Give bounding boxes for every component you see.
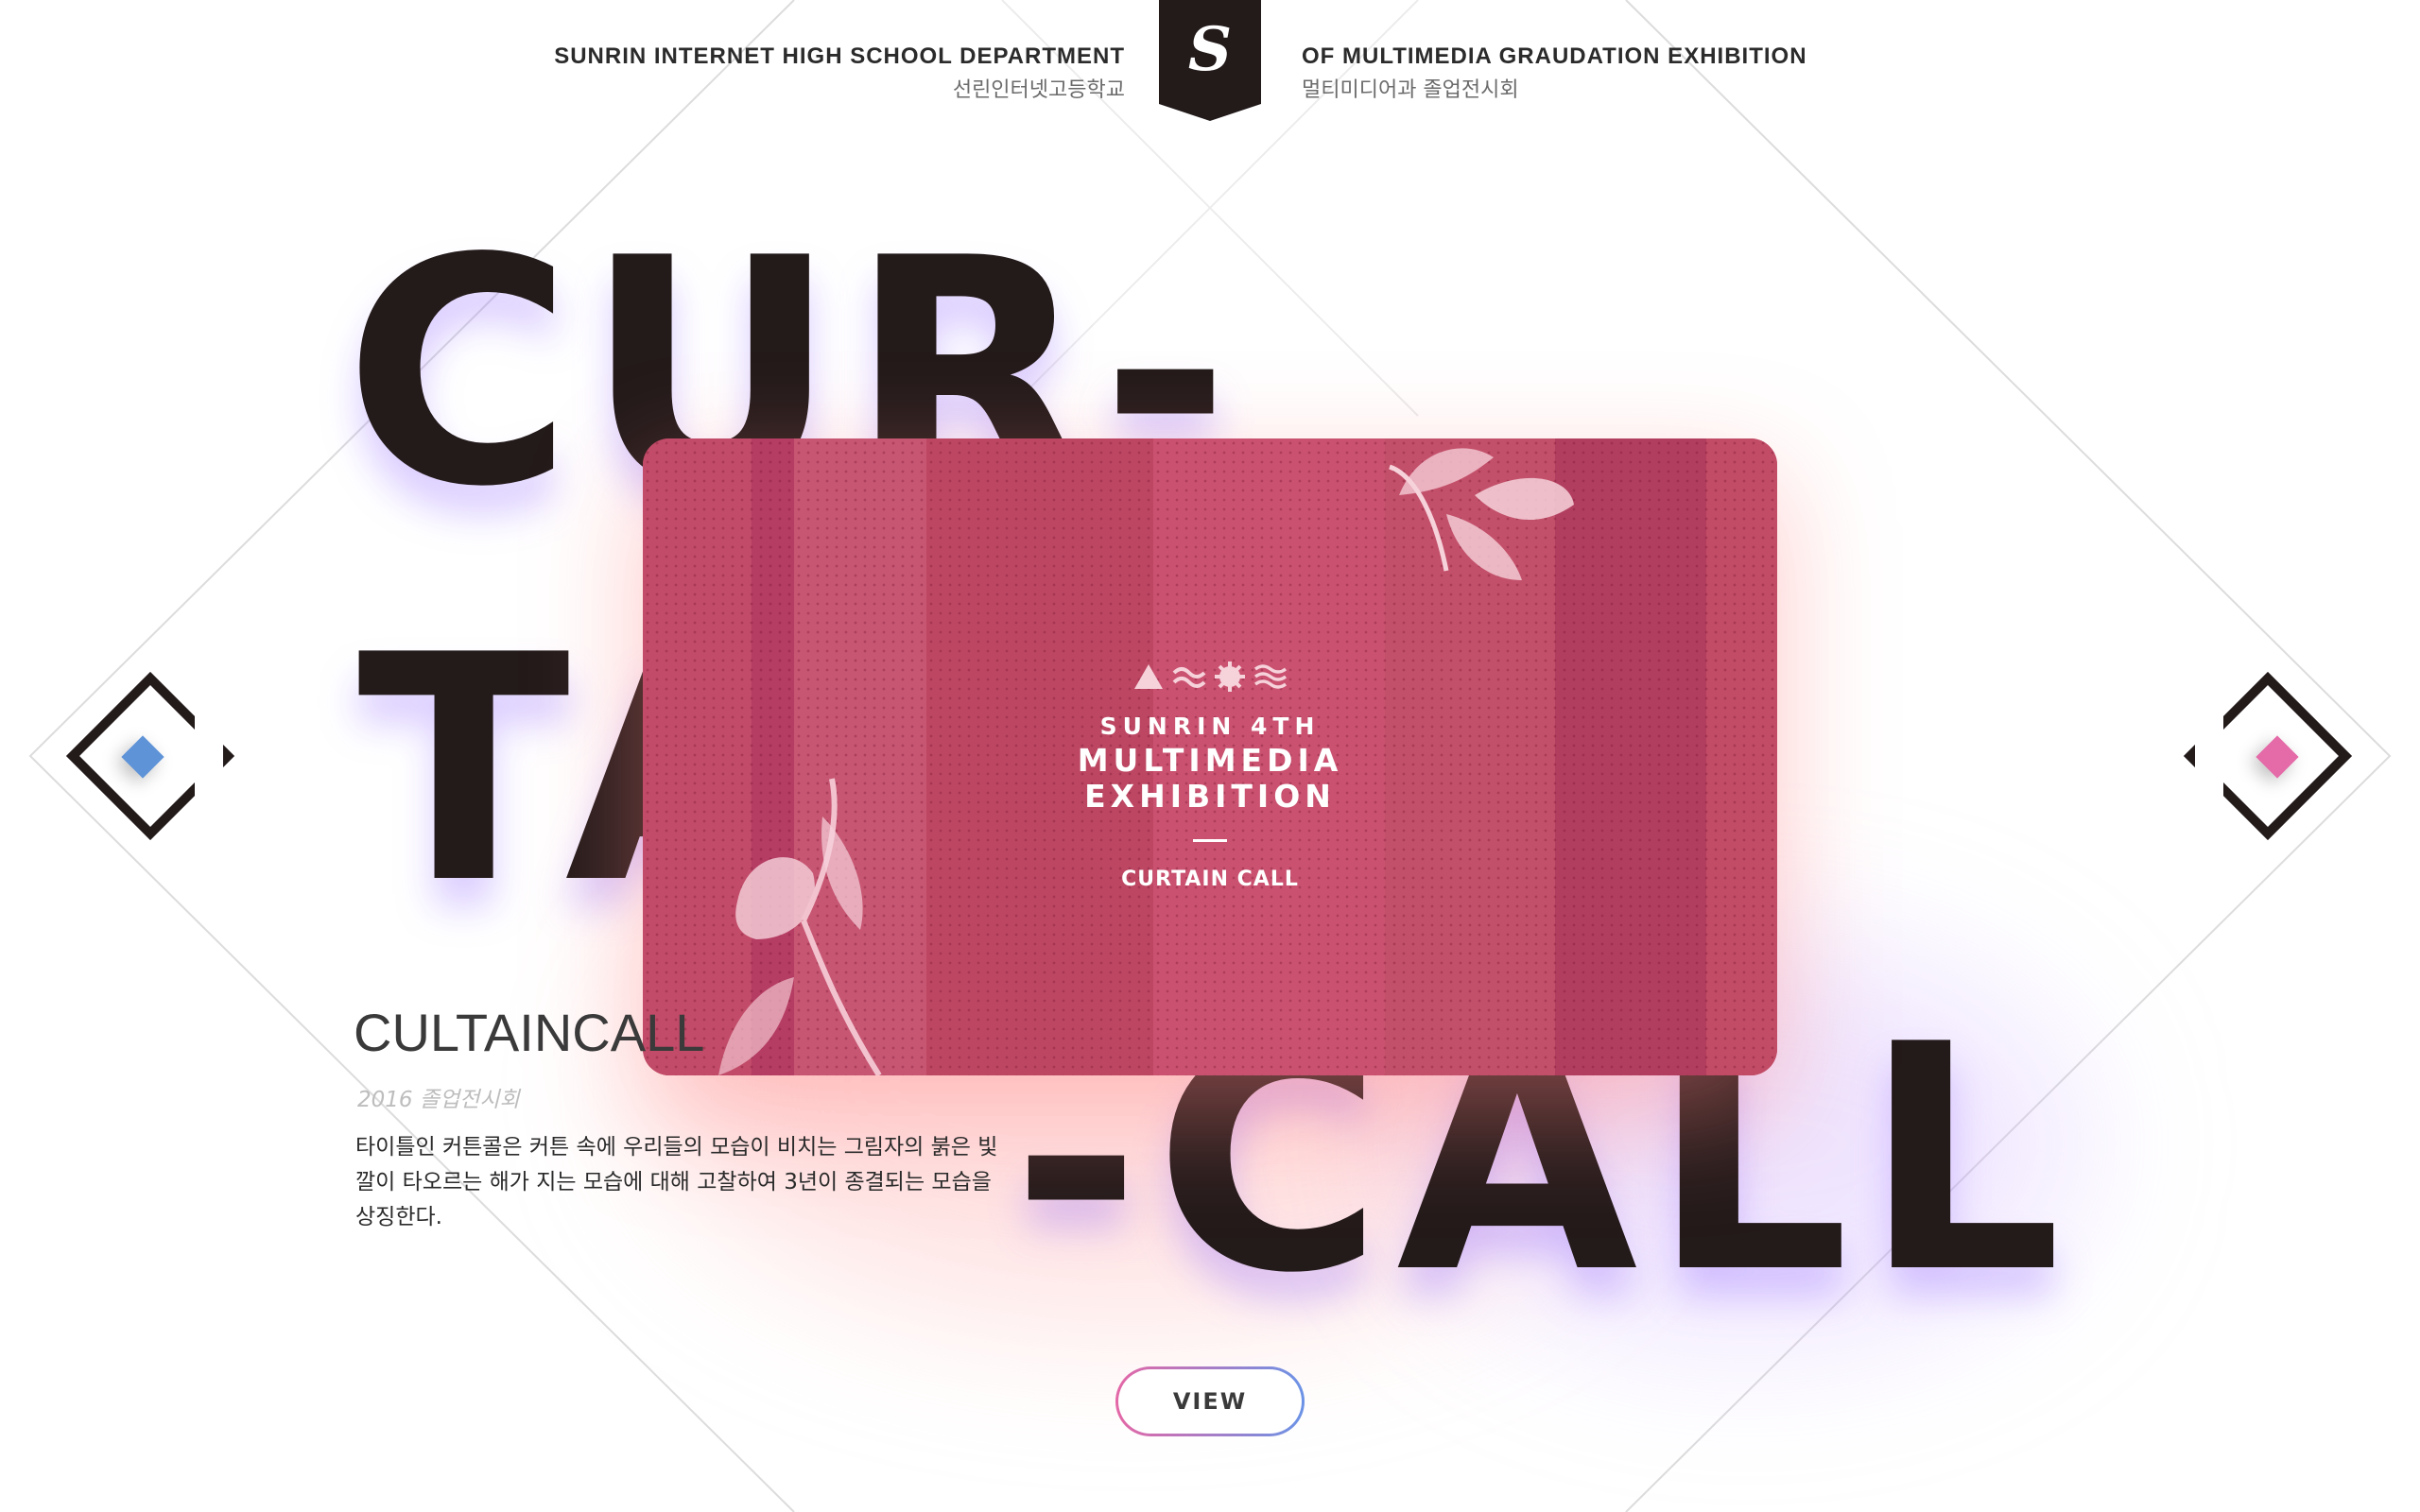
flower-top-icon (1389, 448, 1574, 580)
poster-card[interactable]: SUNRIN 4TH MULTIMEDIA EXHIBITION CURTAIN… (643, 438, 1777, 1075)
card-line-1: SUNRIN 4TH (1099, 713, 1321, 740)
ripple-icon (1253, 664, 1288, 689)
card-line-2: MULTIMEDIA (1077, 742, 1343, 779)
card-line-3: EXHIBITION (1084, 778, 1336, 815)
view-button[interactable]: VIEW (1115, 1366, 1305, 1436)
card-icon-row (643, 658, 1777, 696)
card-divider (1193, 839, 1227, 842)
header-left-en: SUNRIN INTERNET HIGH SCHOOL DEPARTMENT (554, 43, 1125, 69)
info-subtitle: 2016 졸업전시회 (357, 1088, 520, 1112)
wave-icon (1172, 667, 1206, 688)
next-frame-gap (2195, 685, 2223, 827)
next-button[interactable] (2183, 671, 2353, 841)
gear-icon (1215, 662, 1245, 692)
header-left-kr: 선린인터넷고등학교 (952, 78, 1125, 102)
card-line-4: CURTAIN CALL (1121, 868, 1299, 891)
card-text: SUNRIN 4TH MULTIMEDIA EXHIBITION CURTAIN… (643, 658, 1777, 893)
info-description: 타이틀인 커튼콜은 커튼 속에 우리들의 모습이 비치는 그림자의 붉은 빛깔이… (355, 1135, 998, 1229)
view-button-label: VIEW (1118, 1369, 1302, 1434)
header-right-en: OF MULTIMEDIA GRAUDATION EXHIBITION (1302, 43, 1807, 69)
prev-frame-gap (195, 685, 223, 827)
logo-glyph: S (1187, 14, 1233, 85)
prev-button[interactable] (65, 671, 235, 841)
header-left: SUNRIN INTERNET HIGH SCHOOL DEPARTMENT 선… (554, 42, 1125, 110)
info-title: CULTAINCALL (354, 1003, 705, 1062)
header-right-kr: 멀티미디어과 졸업전시회 (1302, 78, 1519, 102)
school-logo[interactable]: S (1159, 0, 1261, 121)
triangle-icon (1134, 664, 1163, 689)
header-right: OF MULTIMEDIA GRAUDATION EXHIBITION 멀티미디… (1302, 42, 1807, 110)
